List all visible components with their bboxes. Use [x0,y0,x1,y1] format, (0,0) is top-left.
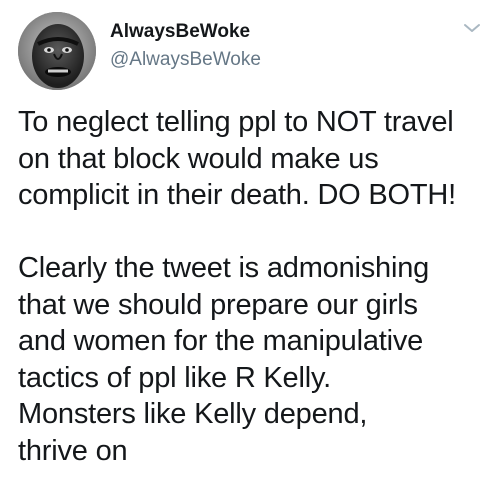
tweet-text-line: To neglect telling ppl to NOT travel [18,106,454,138]
tweet-text: To neglect telling ppl to NOT travel on … [18,104,488,469]
tweet-text-line: on that block would make us [18,142,379,175]
tweet-text-line: Clearly the tweet is admonishing [18,252,430,284]
author-handle[interactable]: @AlwaysBeWoke [110,48,261,72]
avatar[interactable] [18,12,96,90]
tweet-text-line: Monsters like Kelly depend, [18,398,368,430]
author-display-name[interactable]: AlwaysBeWoke [110,20,261,44]
tweet-text-line: thrive on [18,434,128,467]
chevron-down-icon [464,24,480,32]
tweet-text-line: that we should prepare our girls [18,288,418,321]
tweet-text-line: tactics of ppl like R Kelly. [18,361,331,394]
avatar-photo-icon [18,12,96,90]
tweet-menu-button[interactable] [460,16,484,40]
tweet-author[interactable]: AlwaysBeWoke @AlwaysBeWoke [110,20,261,72]
tweet-card: AlwaysBeWoke @AlwaysBeWoke To neglect te… [0,0,500,495]
tweet-text-line: complicit in their death. DO BOTH! [18,179,457,211]
tweet-text-line: and women for the manipulative [18,325,424,357]
